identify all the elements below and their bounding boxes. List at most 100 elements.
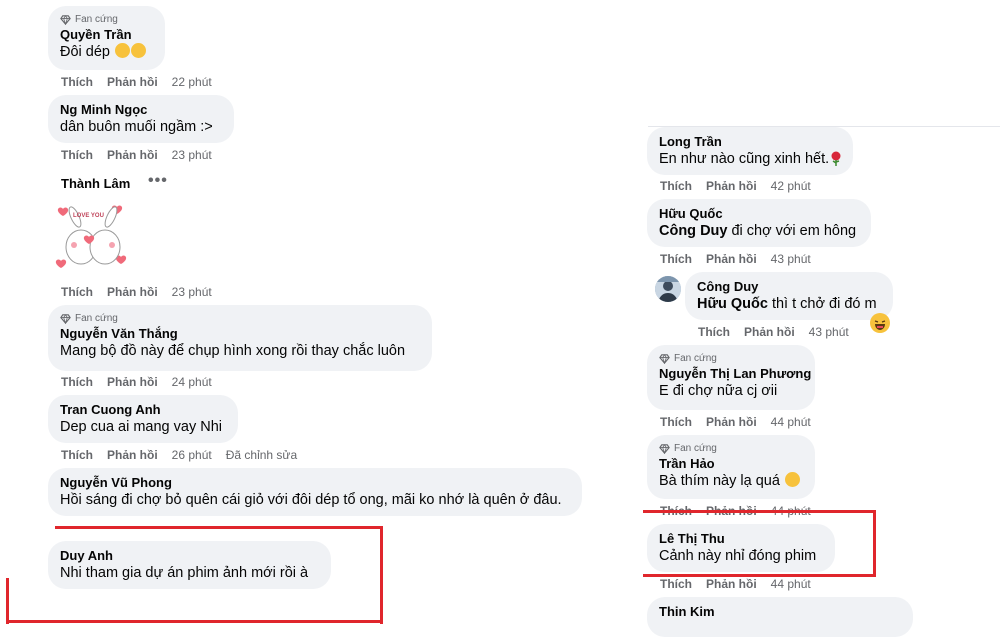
commenter-name[interactable]: Long Trần	[659, 134, 841, 150]
highlight-box	[6, 620, 383, 623]
comment-actions: Thích Phản hồi 42 phút	[660, 178, 811, 194]
commenter-name[interactable]: Tran Cuong Anh	[60, 402, 226, 418]
comment-text: E đi chợ nữa cj ơii	[659, 383, 778, 399]
comment-bubble: Công Duy Hữu Quốc thì t chở đi đó m	[685, 272, 893, 320]
commenter-name[interactable]: Công Duy	[697, 279, 881, 295]
top-fan-badge: Fan cứng	[659, 442, 803, 454]
comment-bubble: Ng Minh Ngọc dân buôn muối ngầm :>	[48, 95, 234, 143]
diamond-icon	[659, 443, 670, 454]
diamond-icon	[659, 353, 670, 364]
more-options-icon[interactable]: •••	[148, 172, 168, 190]
comment-time[interactable]: 44 phút	[771, 415, 811, 429]
reply-button[interactable]: Phản hồi	[107, 75, 158, 89]
reply-button[interactable]: Phản hồi	[107, 448, 158, 462]
like-button[interactable]: Thích	[61, 75, 93, 89]
reply-button[interactable]: Phản hồi	[706, 179, 757, 193]
like-button[interactable]: Thích	[660, 415, 692, 429]
commenter-name[interactable]: Trần Hảo	[659, 456, 803, 472]
highlight-box	[380, 526, 383, 624]
commenter-name[interactable]: Ng Minh Ngọc	[60, 102, 222, 118]
comment-time[interactable]: 26 phút	[172, 448, 212, 462]
comment-text: dân buôn muối ngầm :>	[60, 119, 213, 135]
comment-actions: Thích Phản hồi 24 phút	[61, 374, 212, 390]
comment-time[interactable]: 44 phút	[771, 577, 811, 591]
commenter-name[interactable]: Quyền Trần	[60, 27, 153, 43]
comment-time[interactable]: 23 phút	[172, 285, 212, 299]
commenter-name[interactable]: Nguyễn Thị Lan Phương	[659, 366, 811, 382]
badge-label: Fan cứng	[75, 13, 118, 25]
commenter-name[interactable]: Duy Anh	[60, 548, 319, 564]
comment-time[interactable]: 23 phút	[172, 148, 212, 162]
laughing-emoji-icon	[870, 313, 890, 333]
badge-label: Fan cứng	[75, 312, 118, 324]
sticker-image: LOVE YOU	[55, 203, 130, 275]
top-fan-badge: Fan cứng	[60, 13, 153, 25]
comment-actions: Thích Phản hồi 44 phút	[660, 414, 811, 430]
comment-actions: Thích Phản hồi 44 phút	[660, 576, 811, 592]
comment-text: Đôi dép	[60, 43, 153, 62]
diamond-icon	[60, 313, 71, 324]
comment-text: Hồi sáng đi chợ bỏ quên cái giỏ với đôi …	[60, 492, 562, 508]
sticker-caption: LOVE YOU	[73, 213, 104, 219]
comment-bubble: Hữu Quốc Công Duy đi chợ với em hông	[647, 199, 871, 247]
mention-link[interactable]: Công Duy	[659, 223, 727, 239]
commenter-name[interactable]: Nguyễn Văn Thắng	[60, 326, 420, 342]
commenter-name[interactable]: Thin Kim	[659, 604, 901, 620]
badge-label: Fan cứng	[674, 352, 717, 364]
reply-button[interactable]: Phản hồi	[107, 148, 158, 162]
comment-bubble: Thin Kim	[647, 597, 913, 637]
reply-button[interactable]: Phản hồi	[744, 325, 795, 339]
comment-bubble: Nguyễn Vũ Phong Hồi sáng đi chợ bỏ quên …	[48, 468, 582, 516]
comment-time[interactable]: 43 phút	[771, 252, 811, 266]
comment-time[interactable]: 24 phút	[172, 375, 212, 389]
like-button[interactable]: Thích	[61, 448, 93, 462]
like-button[interactable]: Thích	[61, 375, 93, 389]
comment-text: Mang bộ đồ này để chụp hình xong rồi tha…	[60, 343, 406, 359]
reply-button[interactable]: Phản hồi	[107, 375, 158, 389]
comment-bubble: Duy Anh Nhi tham gia dự án phim ảnh mới …	[48, 541, 331, 589]
comment-actions: Thích Phản hồi 23 phút	[61, 147, 212, 163]
comment-text: Dep cua ai mang vay Nhi	[60, 419, 222, 435]
reply-button[interactable]: Phản hồi	[706, 252, 757, 266]
highlight-box	[6, 578, 9, 624]
comment-time[interactable]: 43 phút	[809, 325, 849, 339]
reply-button[interactable]: Phản hồi	[706, 577, 757, 591]
badge-label: Fan cứng	[674, 442, 717, 454]
commenter-name[interactable]: Nguyễn Vũ Phong	[60, 475, 570, 491]
comment-text: Hữu Quốc thì t chở đi đó m	[697, 296, 877, 312]
like-button[interactable]: Thích	[660, 179, 692, 193]
comment-bubble: Tran Cuong Anh Dep cua ai mang vay Nhi	[48, 395, 238, 443]
laughing-emoji-icon	[784, 472, 800, 487]
comment-actions: Thích Phản hồi 26 phút Đã chỉnh sửa	[61, 447, 297, 463]
comment-actions: Thích Phản hồi 43 phút	[698, 324, 849, 340]
comment-text: En như nào cũng xinh hết.	[659, 150, 841, 169]
comment-time[interactable]: 42 phút	[771, 179, 811, 193]
reply-button[interactable]: Phản hồi	[107, 285, 158, 299]
like-button[interactable]: Thích	[698, 325, 730, 339]
comment-text: Công Duy đi chợ với em hông	[659, 223, 857, 239]
like-button[interactable]: Thích	[61, 148, 93, 162]
avatar[interactable]	[655, 276, 681, 302]
top-fan-badge: Fan cứng	[60, 312, 420, 324]
reply-button[interactable]: Phản hồi	[706, 415, 757, 429]
laughing-emoji-icon	[115, 43, 131, 58]
commenter-name[interactable]: Hữu Quốc	[659, 206, 859, 222]
like-button[interactable]: Thích	[660, 252, 692, 266]
comment-bubble: Fan cứng Quyền Trần Đôi dép	[48, 6, 165, 70]
comment-time[interactable]: 22 phút	[172, 75, 212, 89]
commenter-name[interactable]: Thành Lâm	[61, 176, 130, 191]
mention-link[interactable]: Hữu Quốc	[697, 296, 768, 312]
edited-label: Đã chỉnh sửa	[225, 448, 298, 462]
comment-actions: Thích Phản hồi 43 phút	[660, 251, 811, 267]
top-fan-badge: Fan cứng	[659, 352, 803, 364]
comment-bubble: Fan cứng Nguyễn Văn Thắng Mang bộ đồ này…	[48, 305, 432, 371]
like-button[interactable]: Thích	[660, 577, 692, 591]
comment-bubble: Fan cứng Nguyễn Thị Lan Phương E đi chợ …	[647, 345, 815, 410]
highlight-box	[643, 510, 876, 577]
laughing-emoji-icon	[131, 43, 147, 58]
like-button[interactable]: Thích	[61, 285, 93, 299]
comment-bubble: Fan cứng Trần Hảo Bà thím này lạ quá	[647, 435, 815, 499]
rose-emoji-icon	[831, 151, 841, 166]
comment-text: Bà thím này lạ quá	[659, 472, 803, 491]
comment-actions: Thích Phản hồi 22 phút	[61, 74, 212, 90]
